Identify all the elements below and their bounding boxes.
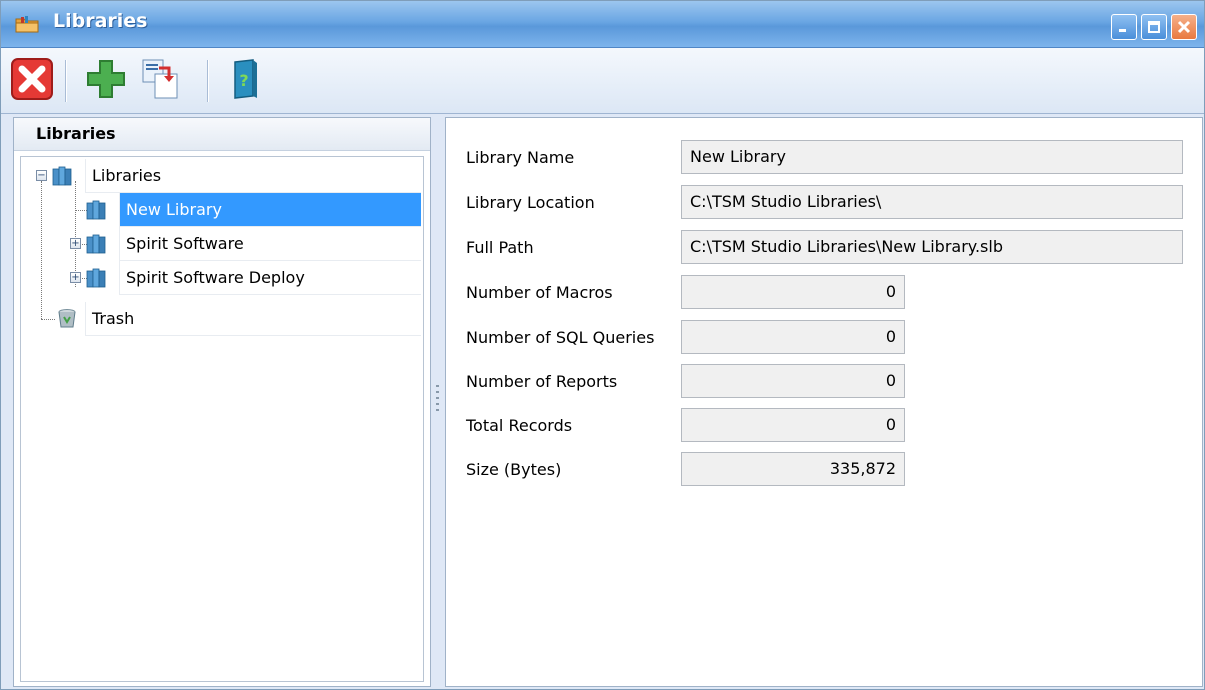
red-x-icon (11, 58, 53, 100)
svg-text:?: ? (239, 71, 248, 90)
macros-field[interactable]: 0 (681, 275, 905, 309)
tree-node-label[interactable]: Spirit Software Deploy (119, 261, 421, 295)
reports-field[interactable]: 0 (681, 364, 905, 398)
add-button[interactable] (83, 56, 129, 102)
expand-icon[interactable]: + (70, 272, 81, 283)
close-icon (1177, 20, 1191, 34)
library-location-field[interactable]: C:\TSM Studio Libraries\ (681, 185, 1183, 219)
minimize-button[interactable] (1111, 14, 1137, 40)
libraries-window: Libraries ? Libraries − Libraries New Li… (0, 0, 1205, 690)
library-tree[interactable]: − Libraries New Library + Spirit Softwar… (20, 156, 424, 682)
maximize-icon (1148, 21, 1160, 33)
libraries-pane: Libraries − Libraries New Library + Spir… (13, 117, 431, 687)
green-plus-icon (87, 60, 125, 98)
help-book-icon: ? (234, 59, 257, 99)
tree-node-spirit-software[interactable]: + Spirit Software (21, 227, 421, 261)
macros-label: Number of Macros (466, 283, 613, 302)
copy-document-icon (142, 59, 178, 99)
delete-button[interactable] (9, 56, 55, 102)
maximize-button[interactable] (1141, 14, 1167, 40)
total-records-label: Total Records (466, 416, 573, 435)
splitter-grip[interactable] (436, 385, 439, 415)
tree-node-label[interactable]: Spirit Software (119, 227, 421, 261)
sql-queries-label: Number of SQL Queries (466, 328, 655, 347)
pane-splitter[interactable] (433, 117, 442, 687)
toolbar-separator (207, 60, 208, 102)
close-button[interactable] (1171, 14, 1197, 40)
tree-node-libraries[interactable]: − Libraries (21, 159, 421, 193)
trash-bin-icon (58, 309, 76, 328)
library-name-label: Library Name (466, 148, 575, 167)
expand-icon[interactable]: + (70, 238, 81, 249)
full-path-field[interactable]: C:\TSM Studio Libraries\New Library.slb (681, 230, 1183, 264)
tree-node-spirit-software-deploy[interactable]: + Spirit Software Deploy (21, 261, 421, 295)
size-field[interactable]: 335,872 (681, 452, 905, 486)
library-books-icon (52, 166, 72, 186)
reports-label: Number of Reports (466, 372, 618, 391)
size-label: Size (Bytes) (466, 460, 562, 479)
copy-button[interactable] (137, 56, 183, 102)
title-bar[interactable]: Libraries (1, 1, 1204, 48)
minimize-icon (1119, 29, 1126, 32)
library-books-icon (86, 200, 106, 220)
tree-node-label[interactable]: Libraries (85, 159, 421, 193)
library-details-pane: Library Name New Library Library Locatio… (445, 117, 1203, 687)
library-name-field[interactable]: New Library (681, 140, 1183, 174)
pane-header: Libraries (14, 118, 430, 151)
tree-node-label[interactable]: New Library (119, 193, 421, 227)
total-records-field[interactable]: 0 (681, 408, 905, 442)
toolbar-separator (65, 60, 66, 102)
tree-node-trash[interactable]: Trash (21, 302, 421, 336)
window-title: Libraries (53, 10, 148, 32)
full-path-label: Full Path (466, 238, 534, 257)
library-location-label: Library Location (466, 193, 595, 212)
library-folder-icon (15, 16, 39, 33)
library-books-icon (86, 268, 106, 288)
tree-node-label[interactable]: Trash (85, 302, 421, 336)
toolbar: ? (1, 48, 1204, 114)
library-books-icon (86, 234, 106, 254)
sql-queries-field[interactable]: 0 (681, 320, 905, 354)
pane-title: Libraries (36, 124, 116, 143)
help-button[interactable]: ? (223, 56, 269, 102)
tree-node-new-library[interactable]: New Library (21, 193, 421, 227)
collapse-icon[interactable]: − (36, 170, 47, 181)
